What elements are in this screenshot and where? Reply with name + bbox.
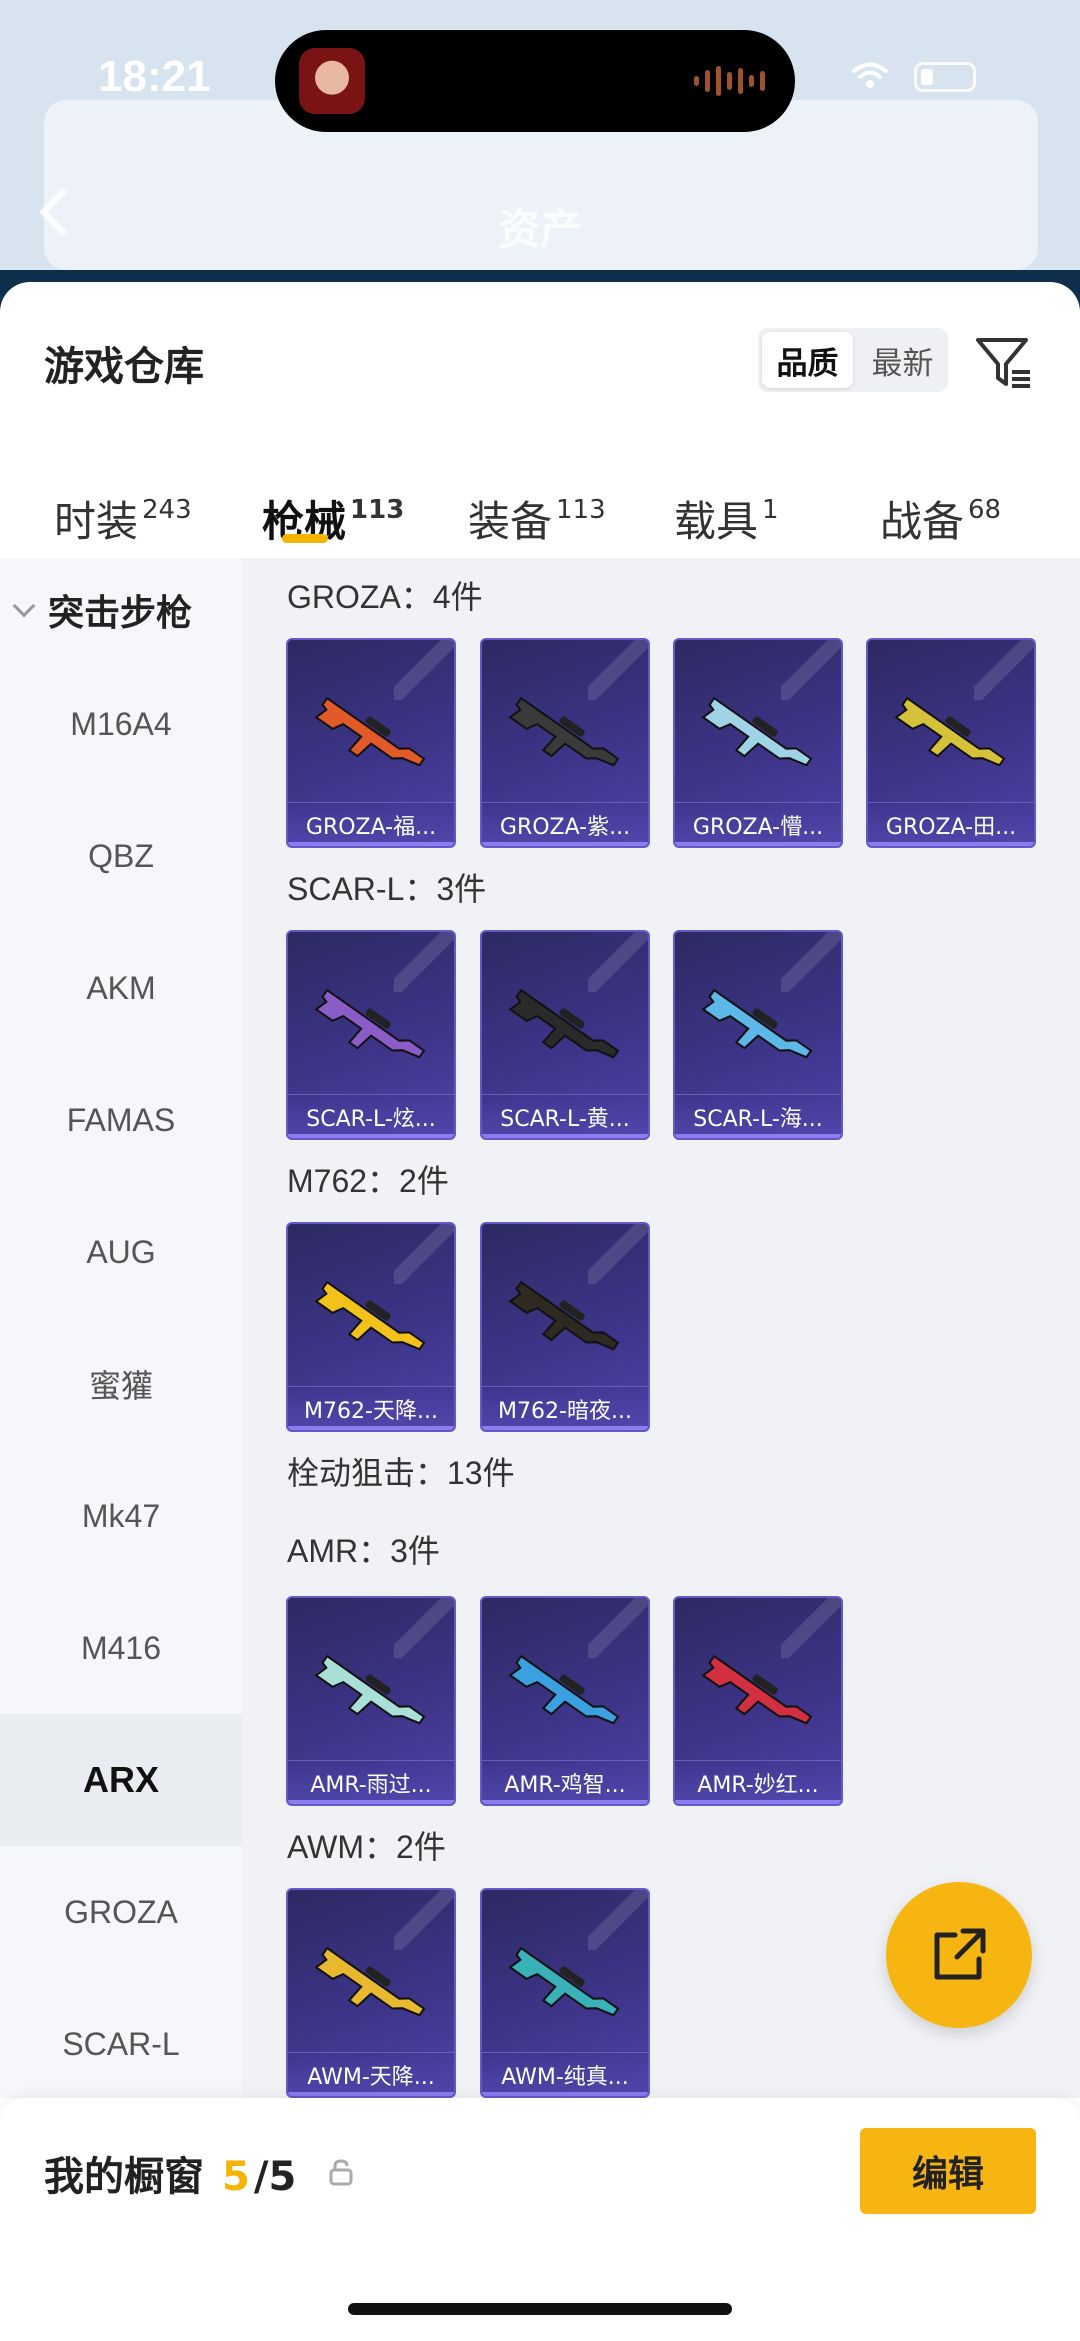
weapon-image (314, 696, 426, 767)
weapon-card[interactable]: SCAR-L-炫... (286, 930, 456, 1140)
section-title-awm: AWM：2件 (287, 1829, 446, 1865)
weapon-card[interactable]: GROZA-懵... (673, 638, 843, 848)
chevron-down-icon (12, 594, 36, 618)
home-indicator (348, 2303, 732, 2315)
category-tabs: 时装 243 枪械 113 装备 113 载具 1 战备 68 (0, 460, 1080, 570)
sidebar-item-akm[interactable]: AKM (0, 922, 242, 1054)
weapon-name: AWM-天降... (288, 2052, 454, 2096)
status-time: 18:21 (98, 52, 211, 101)
share-button[interactable] (886, 1882, 1032, 2028)
weapon-name: GROZA-田... (868, 802, 1034, 846)
wifi-icon (852, 62, 888, 88)
tab-count: 68 (968, 495, 1002, 525)
dynamic-island (275, 30, 795, 132)
weapon-name: GROZA-懵... (675, 802, 841, 846)
sidebar-item-arx[interactable]: ARX (0, 1714, 242, 1846)
weapon-card[interactable]: AMR-妙红... (673, 1596, 843, 1806)
section-title-m762: M762：2件 (287, 1163, 449, 1199)
weapon-card[interactable]: GROZA-田... (866, 638, 1036, 848)
sidebar-item-m16a4[interactable]: M16A4 (0, 658, 242, 790)
tab-label: 装备 (468, 497, 553, 546)
sidebar-group-label: 突击步枪 (48, 593, 193, 634)
warehouse-sheet: 游戏仓库 品质 最新 时装 243 枪械 113 装备 113 载具 1 战备 68 突击… (0, 282, 1080, 2341)
sidebar-item-groza[interactable]: GROZA (0, 1846, 242, 1978)
weapon-name: SCAR-L-炫... (288, 1094, 454, 1138)
weapon-image (508, 1280, 620, 1351)
weapon-name: SCAR-L-黄... (482, 1094, 648, 1138)
weapon-card[interactable]: AMR-雨过... (286, 1596, 456, 1806)
tab-count: 113 (350, 495, 405, 525)
section-title-amr: AMR：3件 (287, 1533, 440, 1569)
filter-icon[interactable] (974, 332, 1034, 392)
showcase-current: 5 (222, 2154, 250, 2200)
weapon-card[interactable]: M762-暗夜... (480, 1222, 650, 1432)
weapon-card[interactable]: M762-天降... (286, 1222, 456, 1432)
weapon-image (314, 1946, 426, 2017)
sidebar-item-honey-badger[interactable]: 蜜獾 (0, 1318, 242, 1450)
section-title-scar-l: SCAR-L：3件 (287, 871, 487, 907)
sidebar-item-mk47[interactable]: Mk47 (0, 1450, 242, 1582)
weapon-image (701, 696, 813, 767)
weapon-name: M762-暗夜... (482, 1386, 648, 1430)
weapon-name: AMR-鸡智... (482, 1760, 648, 1804)
weapon-image (314, 988, 426, 1059)
tab-label: 载具 (674, 497, 759, 546)
weapon-card[interactable]: AWM-天降... (286, 1888, 456, 2098)
weapon-name: AMR-雨过... (288, 1760, 454, 1804)
weapon-image (508, 1654, 620, 1725)
tab-count: 1 (762, 495, 779, 525)
tab-label: 战备 (880, 497, 965, 546)
battery-icon (914, 62, 976, 92)
tab-count: 113 (556, 495, 606, 525)
weapon-card[interactable]: SCAR-L-黄... (480, 930, 650, 1140)
sidebar-group-assault-rifles[interactable]: 突击步枪 (12, 584, 193, 636)
weapon-card[interactable]: GROZA-福... (286, 638, 456, 848)
weapon-name: SCAR-L-海... (675, 1094, 841, 1138)
showcase-total: /5 (253, 2154, 297, 2200)
tab-count: 243 (142, 495, 192, 525)
weapon-image (701, 988, 813, 1059)
sort-quality[interactable]: 品质 (762, 332, 853, 388)
weapon-name: GROZA-紫... (482, 802, 648, 846)
tab-label: 时装 (54, 497, 139, 546)
audio-wave-icon (694, 64, 765, 98)
weapon-name: AWM-纯真... (482, 2052, 648, 2096)
share-icon (934, 1928, 986, 1980)
weapon-list: GROZA：4件 GROZA-福... GROZA-紫... GROZA-懵..… (242, 558, 1080, 2098)
background-title: 资产 (497, 205, 582, 254)
section-title-groza: GROZA：4件 (287, 579, 483, 615)
weapon-name: GROZA-福... (288, 802, 454, 846)
sidebar-item-qbz[interactable]: QBZ (0, 790, 242, 922)
sidebar-item-scar-l[interactable]: SCAR-L (0, 1978, 242, 2110)
weapon-image (508, 1946, 620, 2017)
weapon-card[interactable]: SCAR-L-海... (673, 930, 843, 1140)
lock-icon (329, 2159, 353, 2186)
active-tab-indicator (282, 534, 328, 543)
now-playing-avatar (299, 48, 365, 114)
showcase-title: 我的橱窗 5 /5 (44, 2144, 296, 2202)
weapon-image (508, 696, 620, 767)
sidebar-item-aug[interactable]: AUG (0, 1186, 242, 1318)
weapon-image (894, 696, 1006, 767)
weapon-sidebar: 突击步枪 M16A4 QBZ AKM FAMAS AUG 蜜獾 Mk47 M41… (0, 558, 242, 2098)
sheet-title: 游戏仓库 (44, 344, 204, 390)
weapon-card[interactable]: GROZA-紫... (480, 638, 650, 848)
sort-toggle: 品质 最新 (758, 328, 948, 392)
weapon-image (508, 988, 620, 1059)
edit-button[interactable]: 编辑 (860, 2128, 1036, 2214)
weapon-image (314, 1654, 426, 1725)
sort-newest[interactable]: 最新 (857, 328, 948, 392)
weapon-name: M762-天降... (288, 1386, 454, 1430)
section-title-bolt-action: 栓动狙击：13件 (287, 1455, 515, 1491)
weapon-card[interactable]: AMR-鸡智... (480, 1596, 650, 1806)
sidebar-item-m416[interactable]: M416 (0, 1582, 242, 1714)
weapon-name: AMR-妙红... (675, 1760, 841, 1804)
weapon-image (701, 1654, 813, 1725)
weapon-image (314, 1280, 426, 1351)
sidebar-item-famas[interactable]: FAMAS (0, 1054, 242, 1186)
weapon-card[interactable]: AWM-纯真... (480, 1888, 650, 2098)
showcase-label: 我的橱窗 (44, 2154, 204, 2200)
